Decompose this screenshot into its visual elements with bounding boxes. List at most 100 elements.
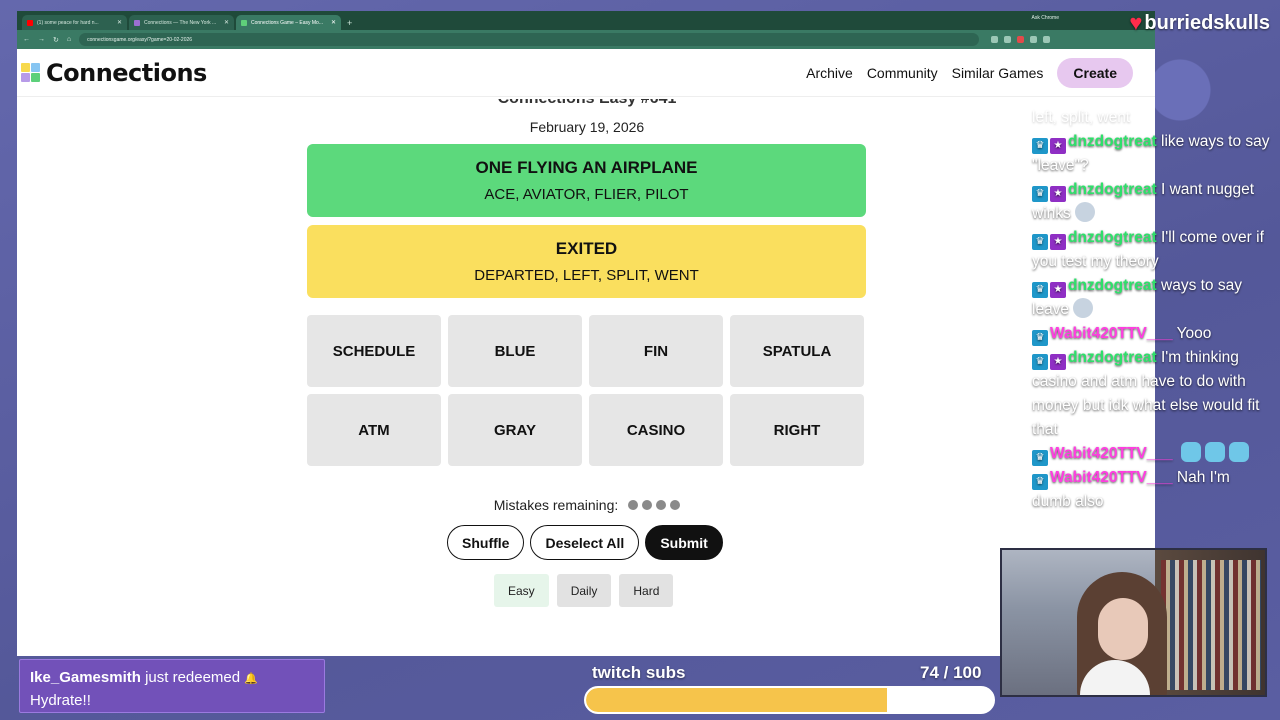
chat-message: ♛ Wabit420TTV___ Yooo (1032, 322, 1272, 346)
chat-emote-icon (1204, 442, 1225, 462)
crown-badge-icon: ♛ (1032, 138, 1048, 154)
back-arrow-icon[interactable]: ← (23, 36, 30, 43)
chat-username[interactable]: dnzdogtreat (1068, 349, 1157, 366)
deselect-all-button[interactable]: Deselect All (530, 525, 640, 560)
chat-username[interactable]: dnzdogtreat (1068, 133, 1157, 150)
nav-community-link[interactable]: Community (867, 65, 938, 81)
chat-username[interactable]: Wabit420TTV___ (1050, 325, 1173, 342)
chat-emote-icon (1073, 298, 1094, 318)
streamer-face (1098, 598, 1148, 660)
logo-grid-icon (21, 63, 40, 82)
address-bar-row: ← → ↻ ⌂ connectionsgame.org/easy/?game=2… (17, 30, 1155, 49)
logo-text: Connections (46, 58, 207, 87)
extension-icons (991, 36, 1051, 43)
word-tile[interactable]: RIGHT (730, 394, 864, 466)
solved-group: EXITED DEPARTED, LEFT, SPLIT, WENT (307, 225, 866, 298)
youtube-favicon-icon (27, 19, 33, 26)
url-field[interactable]: connectionsgame.org/easy/?game=20-02-202… (79, 33, 980, 46)
bookshelf (1155, 550, 1265, 695)
chat-username[interactable]: Wabit420TTV___ (1050, 445, 1173, 462)
close-tab-icon[interactable]: ✕ (331, 19, 336, 26)
chat-message: ♛ Wabit420TTV___ (1032, 442, 1272, 466)
extension-icon[interactable] (991, 36, 999, 43)
game-area: Connections Easy #641 February 19, 2026 … (17, 97, 1155, 656)
nav-archive-link[interactable]: Archive (806, 65, 853, 81)
connections-favicon-icon (134, 19, 140, 26)
chat-username[interactable]: dnzdogtreat (1068, 277, 1157, 294)
redeem-action: just redeemed (145, 669, 241, 686)
reload-icon[interactable]: ↻ (53, 36, 59, 44)
webcam-feed (1000, 548, 1267, 697)
chat-text: Yooo (1176, 325, 1212, 342)
logo-square (31, 63, 40, 72)
crown-badge-icon: ♛ (1032, 186, 1048, 202)
browser-tab-active[interactable]: Connections Game – Easy Mo... ✕ (236, 15, 341, 30)
streamer-name-text: burriedskulls (1144, 11, 1270, 34)
chat-username[interactable]: dnzdogtreat (1068, 229, 1157, 246)
streamer-name: ♥ burriedskulls (1129, 10, 1270, 36)
game-controls: Shuffle Deselect All Submit (447, 525, 723, 560)
subs-goal-count: 74 / 100 (920, 663, 982, 682)
word-tile[interactable]: CASINO (589, 394, 723, 466)
word-tile[interactable]: SPATULA (730, 315, 864, 387)
mode-daily-button[interactable]: Daily (556, 574, 612, 607)
word-tile[interactable]: BLUE (448, 315, 582, 387)
solved-category: ONE FLYING AN AIRPLANE (475, 158, 698, 177)
mode-hard-button[interactable]: Hard (619, 574, 674, 607)
mistake-dot (628, 500, 639, 510)
star-badge-icon: ★ (1050, 234, 1066, 250)
word-tile[interactable]: ATM (307, 394, 441, 466)
redeem-user: Ike_Gamesmith (30, 669, 141, 686)
chat-message: left, split, went (1032, 106, 1272, 130)
word-tile[interactable]: SCHEDULE (307, 315, 441, 387)
extension-icon[interactable] (1030, 36, 1038, 43)
star-badge-icon: ★ (1050, 186, 1066, 202)
new-tab-plus-icon[interactable]: + (343, 18, 356, 30)
puzzle-title: Connections Easy #641 (307, 99, 867, 109)
extension-icon[interactable] (1017, 36, 1025, 43)
crown-badge-icon: ♛ (1032, 474, 1048, 490)
subs-goal-bar (584, 686, 995, 714)
browser-tab[interactable]: (1) some peace for hard n... ✕ (22, 15, 127, 30)
site-header: Connections Archive Community Similar Ga… (17, 49, 1155, 97)
word-tile[interactable]: FIN (589, 315, 723, 387)
mode-easy-button[interactable]: Easy (494, 574, 549, 607)
tab-strip: (1) some peace for hard n... ✕ Connectio… (17, 11, 1155, 30)
redeem-alert: Ike_Gamesmith just redeemed 🔔 Hydrate!! (19, 659, 325, 713)
chat-username[interactable]: Wabit420TTV___ (1050, 469, 1173, 486)
browser-tab[interactable]: Connections — The New York ... ✕ (129, 15, 234, 30)
site-logo[interactable]: Connections (21, 59, 207, 87)
close-tab-icon[interactable]: ✕ (224, 19, 229, 26)
solved-words: ACE, AVIATOR, FLIER, PILOT (484, 186, 689, 203)
browser-window: (1) some peace for hard n... ✕ Connectio… (17, 11, 1155, 656)
word-grid: SCHEDULE BLUE FIN SPATULA ATM GRAY CASIN… (307, 315, 866, 466)
puzzle-date: February 19, 2026 (529, 119, 645, 135)
crown-badge-icon: ♛ (1032, 234, 1048, 250)
star-badge-icon: ★ (1050, 282, 1066, 298)
nav-similar-games-link[interactable]: Similar Games (952, 65, 1044, 81)
extension-icon[interactable] (1043, 36, 1051, 43)
extension-icon[interactable] (1004, 36, 1012, 43)
submit-button[interactable]: Submit (645, 525, 723, 560)
redeem-reward: Hydrate!! (30, 692, 91, 709)
forward-arrow-icon[interactable]: → (38, 36, 45, 43)
difficulty-modes: Easy Daily Hard (494, 574, 674, 607)
chat-username[interactable]: dnzdogtreat (1068, 181, 1157, 198)
create-button[interactable]: Create (1057, 57, 1133, 88)
close-tab-icon[interactable]: ✕ (117, 19, 122, 26)
crown-badge-icon: ♛ (1032, 450, 1048, 466)
ask-chrome-button[interactable]: Ask Chrome (1031, 15, 1059, 21)
books (1161, 560, 1261, 690)
connections-game-favicon-icon (241, 19, 247, 26)
chat-emote-icon (1180, 442, 1201, 462)
mistake-dot (656, 500, 667, 510)
stream-chat: left, split, went ♛ ★ dnzdogtreat like ways… (1032, 106, 1272, 514)
chat-emote-icon (1074, 202, 1095, 222)
home-icon[interactable]: ⌂ (67, 36, 71, 43)
crown-badge-icon: ♛ (1032, 282, 1048, 298)
chat-message: ♛ ★ dnzdogtreat I'm thinking casino and at… (1032, 346, 1272, 442)
word-tile[interactable]: GRAY (448, 394, 582, 466)
shuffle-button[interactable]: Shuffle (447, 525, 525, 560)
browser-tab-title: Connections — The New York ... (144, 19, 217, 26)
solved-category: EXITED (555, 239, 618, 258)
